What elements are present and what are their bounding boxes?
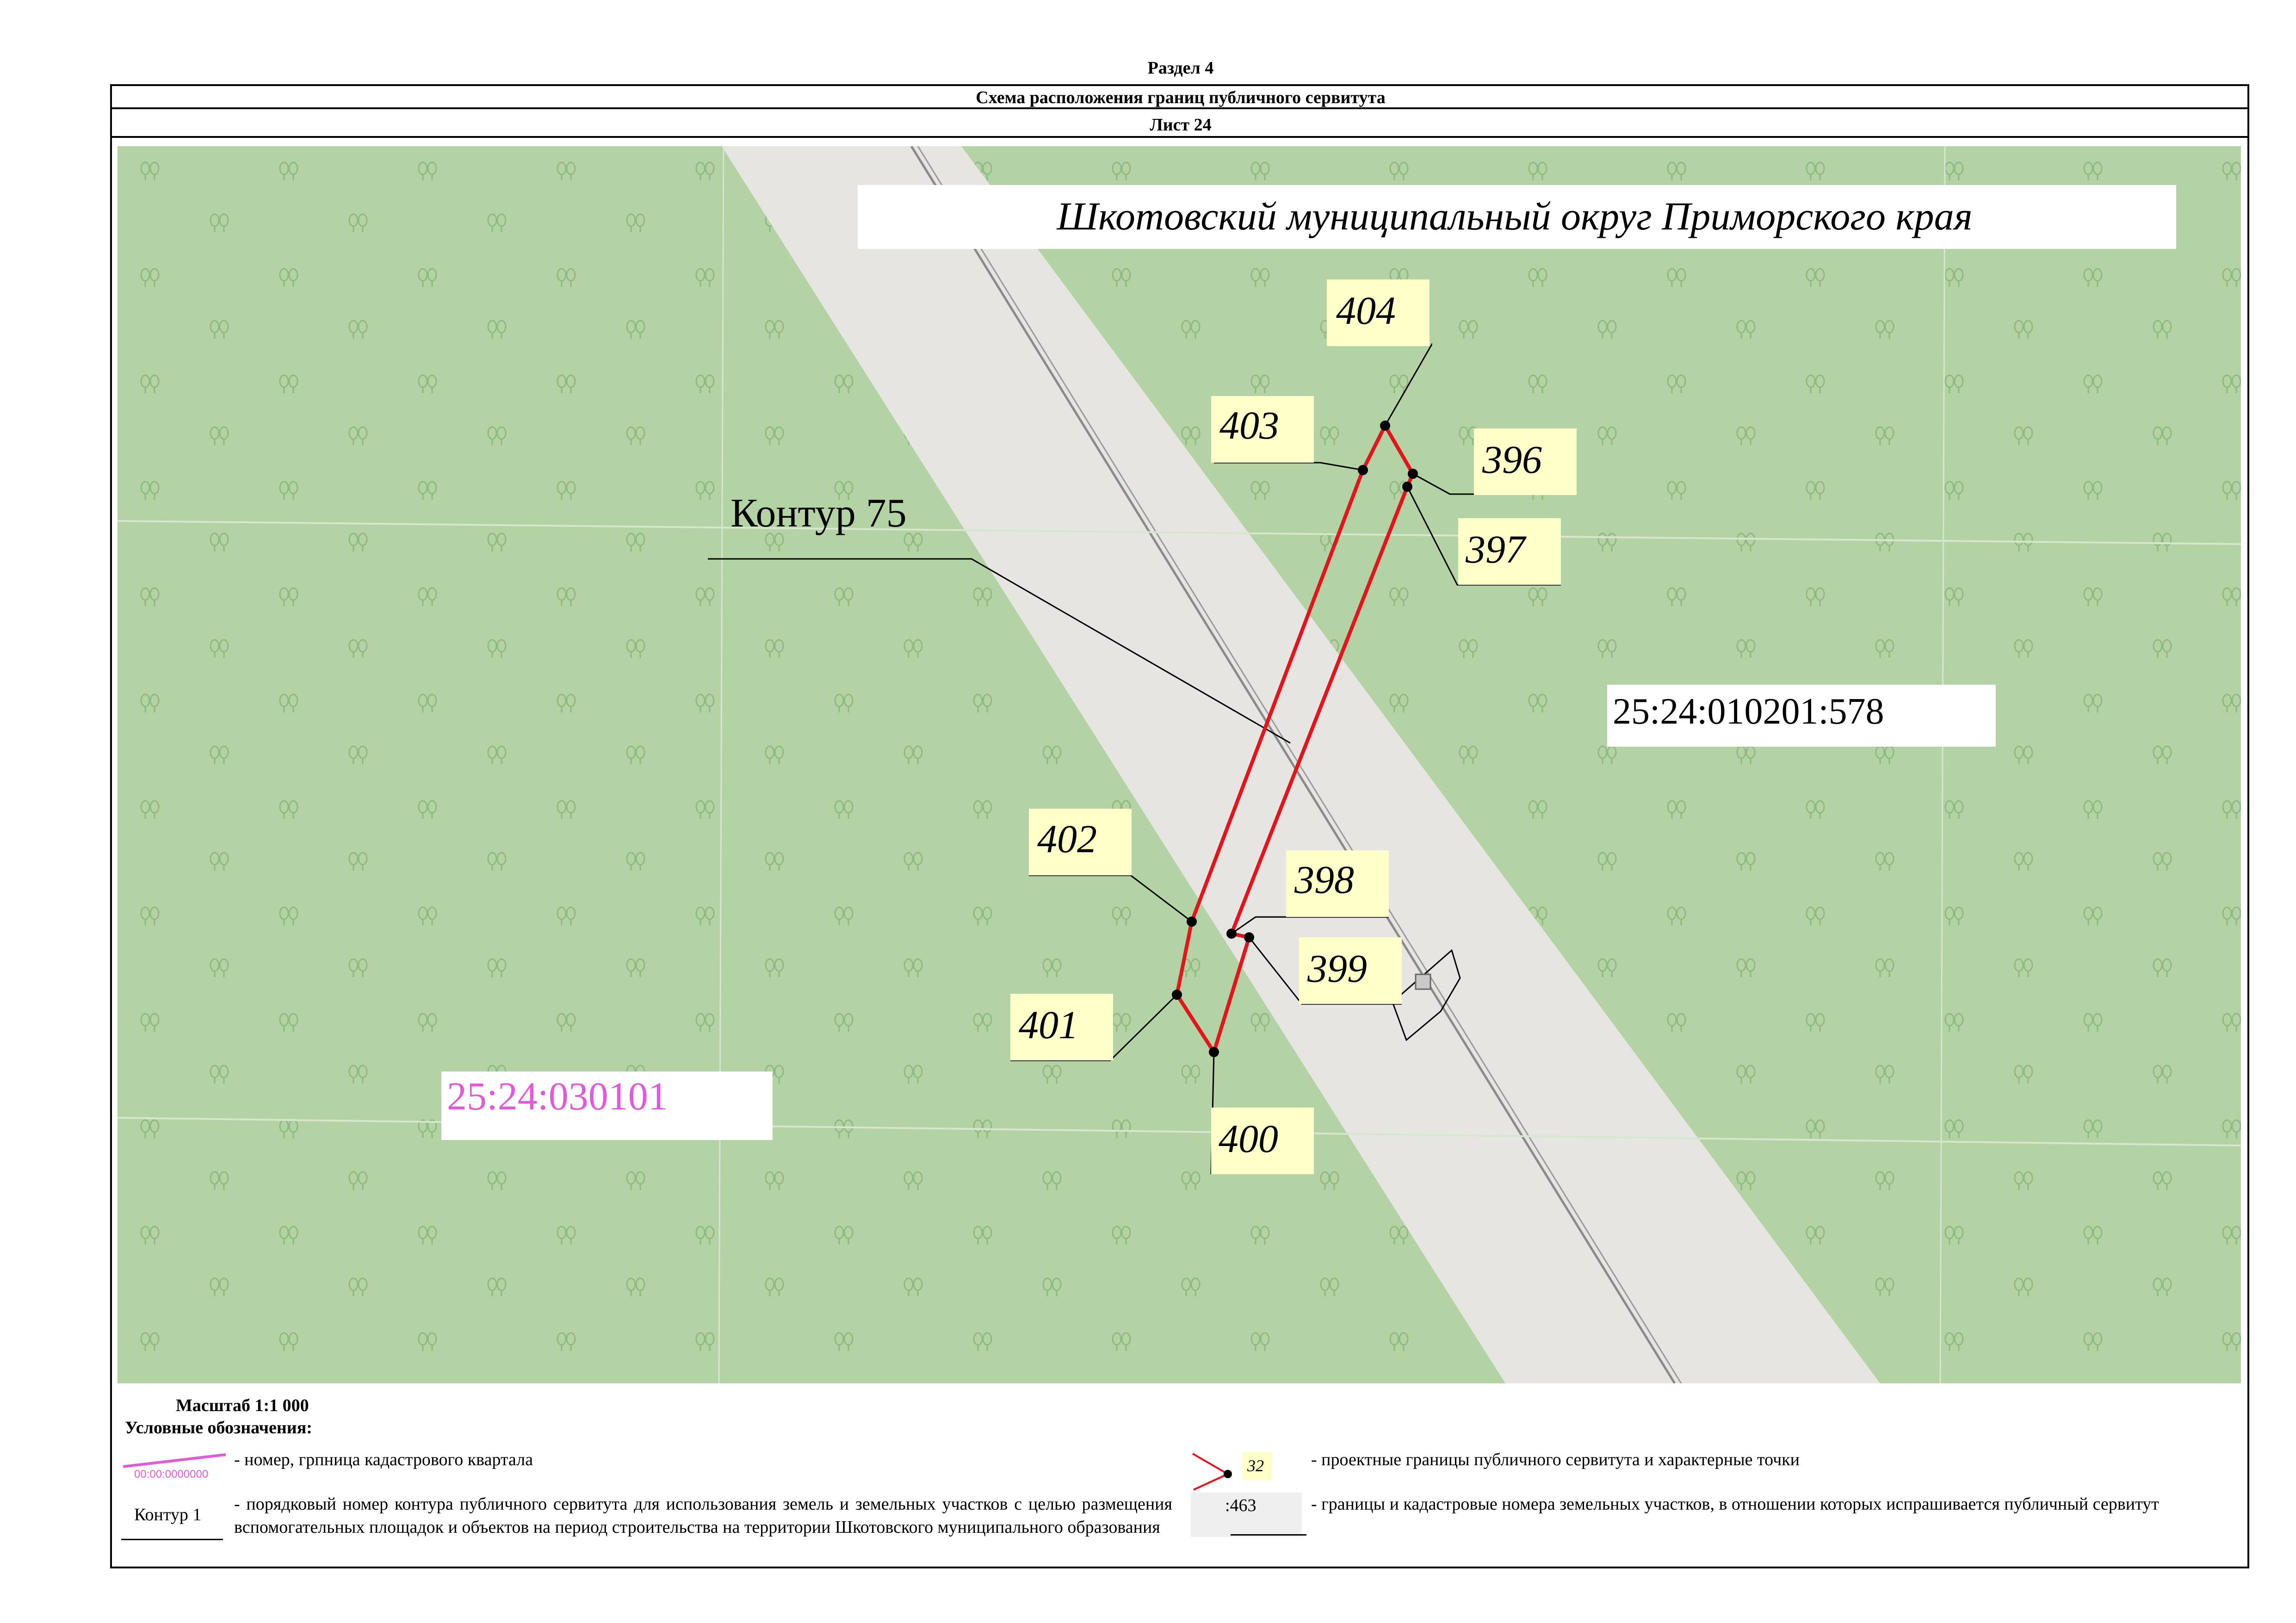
legend-quarter-text: - номер, грпница кадастрового квартала	[234, 1450, 533, 1469]
contour-label: Контур 75	[730, 491, 907, 536]
legend-point-text: - проектные границы публичного сервитута…	[1311, 1450, 1800, 1469]
point-label: 398	[1294, 857, 1354, 902]
parcel-sample: :463	[1191, 1493, 1302, 1537]
parcel-sample-number: :463	[1225, 1496, 1256, 1515]
point-tag-399: 399	[1299, 937, 1402, 1004]
quarter-sample-line: 00:00:0000000	[123, 1453, 226, 1481]
legend-parcel-text: - границы и кадастровые номера земельных…	[1311, 1494, 2159, 1514]
point-tag-396: 396	[1474, 428, 1577, 495]
sheet-number: Лист 24	[1150, 115, 1212, 135]
point-label: 401	[1019, 1003, 1078, 1047]
point-tag-398: 398	[1286, 850, 1389, 917]
point-label: 397	[1465, 527, 1527, 571]
point-label: 396	[1482, 437, 1542, 482]
point-label: 399	[1307, 946, 1367, 991]
contour-sample: Контур 1	[134, 1505, 202, 1524]
sheet-title: Схема расположения границ публичного сер…	[976, 88, 1386, 107]
point-label: 403	[1219, 403, 1279, 447]
legend-contour-text: - порядковый номер контура публичного се…	[234, 1494, 1172, 1537]
point-tag-402: 402	[1029, 809, 1132, 875]
point-tag-397: 397	[1458, 518, 1561, 585]
point-tag-403: 403	[1211, 396, 1314, 463]
point-label: 402	[1037, 817, 1097, 861]
point-tag-400: 400	[1211, 1108, 1314, 1174]
quarter-sample: 00:00:0000000	[134, 1468, 208, 1481]
point-sample: 32	[1192, 1452, 1272, 1491]
point-tag-401: 401	[1010, 994, 1113, 1060]
scale-label: Масштаб 1:1 000	[176, 1396, 309, 1415]
quarter-label: 25:24:030101	[447, 1074, 668, 1118]
district-label: Шкотовский муниципальный округ Приморско…	[1056, 194, 1972, 238]
section-title: Раздел 4	[1147, 58, 1214, 78]
point-label: 400	[1219, 1116, 1278, 1161]
point-label: 404	[1336, 288, 1396, 333]
map-canvas[interactable]: Шкотовский муниципальный округ Приморско…	[117, 145, 2241, 1384]
legend-title: Условные обозначения:	[125, 1418, 312, 1437]
parcel-label: 25:24:010201:578	[1613, 691, 1884, 732]
point-tag-404: 404	[1327, 279, 1430, 346]
point-sample-number: 32	[1247, 1456, 1264, 1475]
